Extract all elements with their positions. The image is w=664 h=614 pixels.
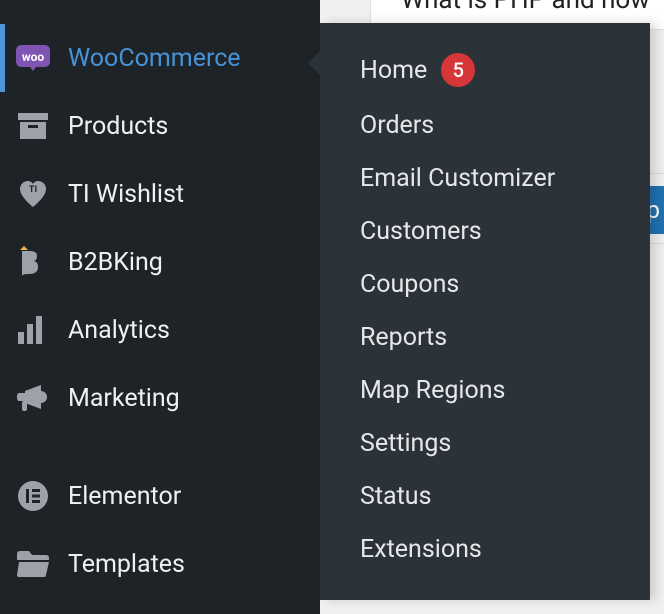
sidebar-label: B2BKing [68, 248, 163, 277]
megaphone-icon [14, 379, 52, 417]
sidebar-item-analytics[interactable]: Analytics [0, 296, 320, 364]
submenu-label: Orders [360, 111, 434, 140]
submenu-item-home[interactable]: Home 5 [320, 41, 650, 99]
submenu-item-customers[interactable]: Customers [320, 205, 650, 258]
submenu-label: Email Customizer [360, 164, 555, 193]
sidebar-label: Templates [68, 550, 185, 579]
submenu-item-coupons[interactable]: Coupons [320, 258, 650, 311]
submenu-item-settings[interactable]: Settings [320, 417, 650, 470]
submenu-label: Settings [360, 429, 451, 458]
svg-text:TI: TI [29, 185, 37, 195]
submenu-item-orders[interactable]: Orders [320, 99, 650, 152]
submenu-label: Coupons [360, 270, 459, 299]
submenu-item-reports[interactable]: Reports [320, 311, 650, 364]
submenu-label: Reports [360, 323, 447, 352]
sidebar-label: Marketing [68, 384, 180, 413]
admin-sidebar: woo WooCommerce Products TI TI Wishlist … [0, 0, 320, 614]
sidebar-item-templates[interactable]: Templates [0, 530, 320, 598]
submenu-item-status[interactable]: Status [320, 470, 650, 523]
svg-text:woo: woo [22, 50, 45, 64]
sidebar-label: WooCommerce [68, 44, 241, 73]
b2bking-icon [14, 243, 52, 281]
woocommerce-submenu: Home 5 Orders Email Customizer Customers… [320, 23, 650, 600]
submenu-item-map-regions[interactable]: Map Regions [320, 364, 650, 417]
bar-chart-icon [14, 311, 52, 349]
sidebar-label: Elementor [68, 482, 181, 511]
folder-icon [14, 545, 52, 583]
sidebar-item-products[interactable]: Products [0, 92, 320, 160]
submenu-label: Extensions [360, 535, 482, 564]
woocommerce-icon: woo [14, 39, 52, 77]
elementor-icon [14, 477, 52, 515]
sidebar-label: Analytics [68, 316, 170, 345]
sidebar-item-marketing[interactable]: Marketing [0, 364, 320, 432]
sidebar-item-ti-wishlist[interactable]: TI TI Wishlist [0, 160, 320, 228]
heart-icon: TI [14, 175, 52, 213]
submenu-label: Customers [360, 217, 482, 246]
submenu-item-extensions[interactable]: Extensions [320, 523, 650, 576]
submenu-label: Home [360, 56, 427, 85]
notification-badge: 5 [441, 53, 475, 87]
sidebar-label: Products [68, 112, 168, 141]
submenu-item-email-customizer[interactable]: Email Customizer [320, 152, 650, 205]
submenu-label: Status [360, 482, 431, 511]
submenu-label: Map Regions [360, 376, 505, 405]
heading-text: What is PHP and how [401, 0, 650, 15]
sidebar-label: TI Wishlist [68, 180, 184, 209]
sidebar-separator [0, 432, 320, 462]
archive-icon [14, 107, 52, 145]
sidebar-item-elementor[interactable]: Elementor [0, 462, 320, 530]
sidebar-item-woocommerce[interactable]: woo WooCommerce [0, 24, 320, 92]
sidebar-item-b2bking[interactable]: B2BKing [0, 228, 320, 296]
